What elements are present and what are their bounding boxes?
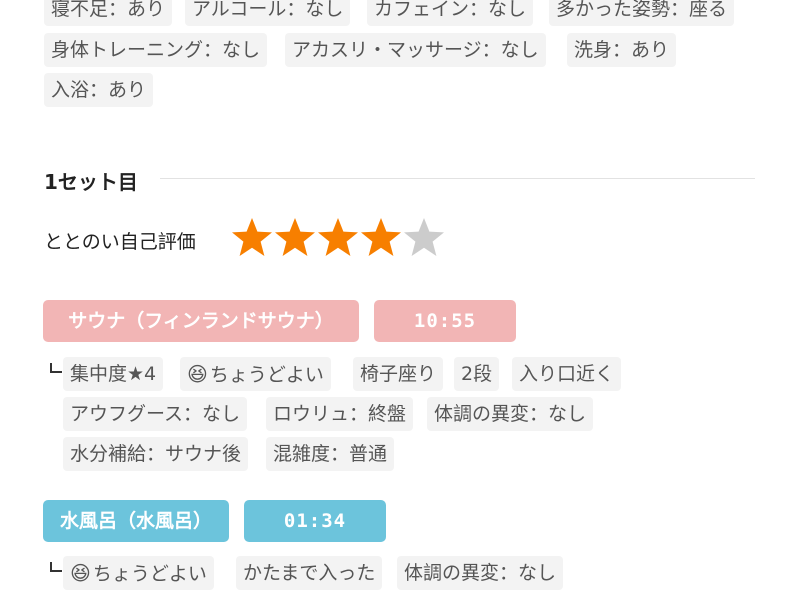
water-tag: 😆 ちょうどよい	[63, 556, 214, 590]
star-filled-icon	[361, 218, 401, 256]
condition-tag: アルコール：なし	[185, 0, 351, 26]
sauna-tag: 入り口近く	[512, 357, 622, 391]
sauna-tag: 椅子座り	[353, 357, 444, 391]
water-name-badge: 水風呂（水風呂）	[43, 500, 229, 542]
star-filled-icon	[318, 218, 358, 256]
sauna-name-badge: サウナ（フィンランドサウナ）	[43, 300, 359, 342]
water-tag: かたまで入った	[236, 556, 383, 590]
set-title: 1セット目	[44, 170, 138, 194]
condition-tag: 寝不足：あり	[44, 0, 173, 26]
condition-tag: 身体トレーニング：なし	[44, 33, 268, 67]
sauna-tag: 混雑度：普通	[266, 437, 395, 471]
condition-tag: カフェイン：なし	[367, 0, 534, 26]
sauna-tag: アウフグース：なし	[63, 397, 248, 431]
water-tag: 体調の異変：なし	[397, 556, 564, 590]
sauna-tag: 集中度★4	[63, 357, 164, 391]
rating-label: ととのい自己評価	[44, 231, 196, 253]
smile-icon: 😆	[70, 561, 91, 585]
smile-icon: 😆	[187, 362, 208, 386]
sauna-tag: ロウリュ：終盤	[266, 397, 414, 431]
star-filled-icon	[275, 218, 315, 256]
sauna-tag: 😆 ちょうどよい	[180, 357, 331, 391]
sauna-tag: 2段	[454, 357, 500, 391]
sauna-tag: 水分補給：サウナ後	[63, 437, 249, 471]
condition-tag: 入浴：あり	[44, 73, 154, 107]
condition-tag: 多かった姿勢：座る	[549, 0, 735, 26]
sauna-tag: 体調の異変：なし	[427, 397, 594, 431]
branch-icon	[50, 363, 62, 373]
condition-tag: 洗身：あり	[567, 33, 677, 67]
sauna-time-badge: 10:55	[374, 300, 516, 342]
water-time-badge: 01:34	[244, 500, 386, 542]
condition-tag: アカスリ・マッサージ：なし	[285, 33, 546, 67]
star-filled-icon	[232, 218, 272, 256]
branch-icon	[50, 562, 62, 572]
star-empty-icon	[404, 218, 444, 256]
divider	[160, 178, 755, 179]
